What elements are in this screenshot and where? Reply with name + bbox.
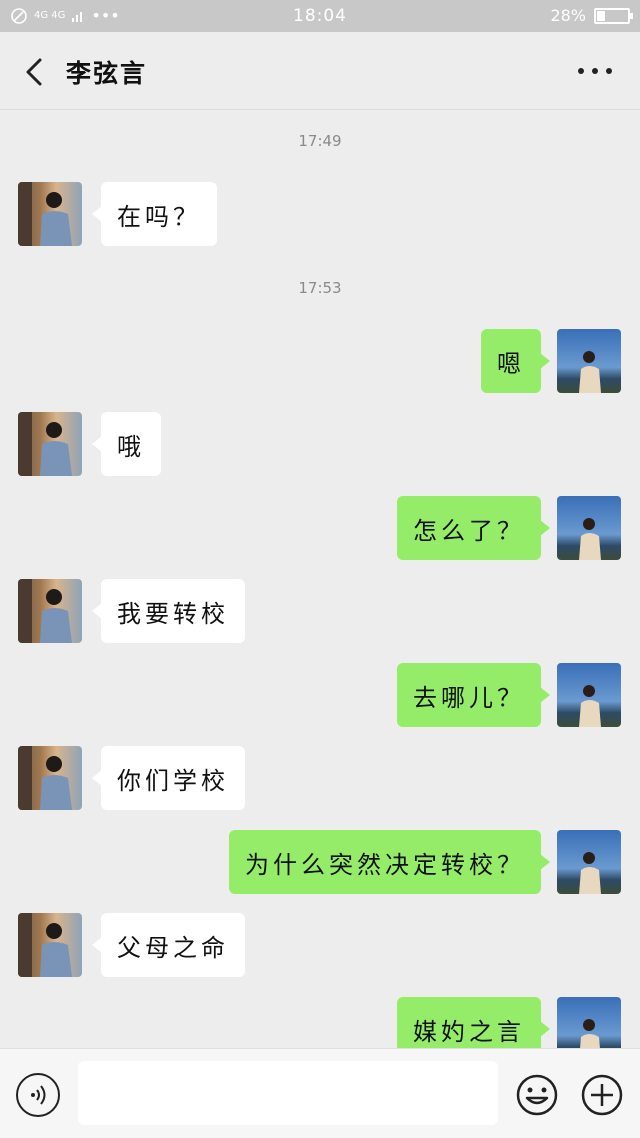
avatar-image: [580, 1019, 600, 1048]
message-bubble-outgoing[interactable]: 嗯: [481, 329, 550, 393]
avatar-self[interactable]: [557, 496, 621, 560]
message-bubble-incoming[interactable]: 哦: [92, 412, 161, 476]
avatar-image: [18, 579, 72, 643]
message-bubble-outgoing[interactable]: 去哪儿？: [397, 663, 550, 727]
battery-percent: 28%: [550, 6, 586, 25]
status-right: 28%: [550, 6, 633, 25]
message-bubble-outgoing[interactable]: 为什么突然决定转校？: [229, 830, 550, 894]
avatar-image: [18, 746, 72, 810]
battery-icon: [594, 7, 633, 24]
message-bubble-incoming[interactable]: 我要转校: [92, 579, 245, 643]
emoji-icon: [516, 1074, 558, 1116]
avatar-image: [18, 412, 72, 476]
avatar-image: [579, 852, 601, 894]
avatar-contact[interactable]: [18, 182, 82, 246]
avatar-image: [579, 518, 601, 560]
chat-header: 李弦言: [0, 32, 640, 110]
message-bubble-incoming[interactable]: 你们学校: [92, 746, 245, 810]
avatar-contact[interactable]: [18, 746, 82, 810]
emoji-button[interactable]: [515, 1073, 559, 1117]
battery-fill: [597, 10, 605, 21]
chat-area[interactable]: 17:49 在吗？ 17:53 嗯 哦 怎么了？ 我要转校 去哪儿？ 你们学校 …: [0, 110, 640, 1048]
voice-icon: [31, 1085, 46, 1105]
page-title: 李弦言: [66, 59, 148, 88]
more-dot: [592, 68, 598, 74]
message-bubble-incoming[interactable]: 在吗？: [92, 182, 217, 246]
avatar-self[interactable]: [557, 663, 621, 727]
plus-button[interactable]: [580, 1073, 624, 1117]
voice-button[interactable]: [16, 1073, 60, 1117]
more-dot: [578, 68, 584, 74]
avatar-self[interactable]: [557, 997, 621, 1048]
message-input[interactable]: [78, 1061, 498, 1125]
input-bar: [0, 1048, 640, 1138]
avatar-image: [579, 685, 601, 727]
chevron-left-icon: [26, 58, 42, 86]
time-divider: 17:53: [298, 279, 342, 297]
more-dot: [606, 68, 612, 74]
avatar-image: [18, 182, 72, 246]
back-button[interactable]: [18, 52, 58, 92]
avatar-image: [579, 351, 601, 393]
status-time: 18:04: [293, 6, 347, 26]
message-bubble-incoming[interactable]: 父母之命: [92, 913, 245, 977]
avatar-contact[interactable]: [18, 913, 82, 977]
avatar-self[interactable]: [557, 329, 621, 393]
status-bar: 4G 4G ••• 18:04 28%: [0, 0, 640, 32]
message-bubble-outgoing[interactable]: 怎么了？: [397, 496, 550, 560]
avatar-contact[interactable]: [18, 412, 82, 476]
plus-icon: [581, 1074, 623, 1116]
more-button[interactable]: [578, 56, 612, 86]
avatar-contact[interactable]: [18, 579, 82, 643]
time-divider: 17:49: [298, 132, 342, 150]
avatar-self[interactable]: [557, 830, 621, 894]
avatar-image: [18, 913, 72, 977]
message-bubble-outgoing[interactable]: 媒妁之言: [397, 997, 550, 1048]
